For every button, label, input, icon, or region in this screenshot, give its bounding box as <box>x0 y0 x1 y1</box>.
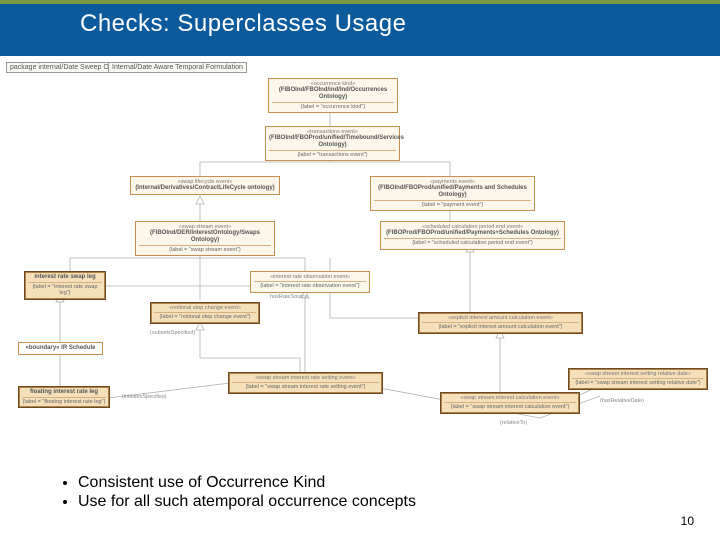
node-name: (FIBOInd/DER/InterestOntology/Swaps Onto… <box>139 230 271 244</box>
node-interest-rate-swap-leg: interest rate swap leg {label = "interes… <box>24 271 106 300</box>
node-attr: {label = "floating interest rate leg"} <box>22 397 106 405</box>
bullet-2: Use for all such atemporal occurrence co… <box>78 493 416 511</box>
node-name: (FIBOInd/FBOProd/unified/Timebound/Servi… <box>269 135 396 149</box>
node-name: (FIBOInd/FBOProd/unified/Payments and Sc… <box>374 185 531 199</box>
node-rate-observation-event: «interest rate observation event» {label… <box>250 271 370 293</box>
node-attr: {label = "notional step change event"} <box>154 312 256 320</box>
stereo: «swap stream interest calculation event» <box>444 395 576 401</box>
edge-label-relto: (relativeTo) <box>500 420 527 426</box>
node-calc-event: «swap stream interest calculation event»… <box>440 392 580 414</box>
diagram-area: package internal/Date Sweep Ontology Int… <box>0 58 720 458</box>
node-attr: {label = "interest rate observation even… <box>254 281 366 289</box>
node-explicit-calc-event: «explicit interest amount calculation ev… <box>418 312 583 334</box>
edge-label-subsets: (subsetsSpecified) <box>150 330 195 336</box>
node-name: floating interest rate leg <box>22 389 106 396</box>
node-name: «boundary» IR Schedule <box>22 345 99 352</box>
node-notional-step-event: «notional step change event» {label = "n… <box>150 302 260 324</box>
stereo: «interest rate observation event» <box>254 274 366 280</box>
node-name: (FIBOInd/FBOInd/ind/Ind/Occurrences Onto… <box>272 87 394 101</box>
node-boundary: «boundary» IR Schedule <box>18 342 103 355</box>
node-attr: {label = "swap stream interest setting r… <box>572 378 704 386</box>
slide-title: Checks: Superclasses Usage <box>80 10 720 38</box>
node-attr: {label = "explicit interest amount calcu… <box>422 322 579 330</box>
bullet-1: Consistent use of Occurrence Kind <box>78 474 416 492</box>
node-swap-stream-event: «swap stream event» (FIBOInd/DER/Interes… <box>135 221 275 256</box>
node-name: interest rate swap leg <box>28 274 102 281</box>
node-name: (Internal/Derivatives/ContractLifeCycle … <box>134 185 276 192</box>
node-attr: {label = "swap stream interest rate sett… <box>232 382 379 390</box>
bullet-list: Consistent use of Occurrence Kind Use fo… <box>60 474 416 512</box>
node-relative-date: «swap stream interest setting relative d… <box>568 368 708 390</box>
node-attr: {label = "swap stream event"} <box>139 245 271 253</box>
node-attr: {label = "scheduled calculation period e… <box>384 238 561 246</box>
stereo: «explicit interest amount calculation ev… <box>422 315 579 321</box>
node-scheduled-calc-event: «scheduled calculation period end event»… <box>380 221 565 250</box>
node-lifecycle-event: «swap lifecycle event» (Internal/Derivat… <box>130 176 280 195</box>
node-occurrence-kind: «occurrence kind» (FIBOInd/FBOInd/ind/In… <box>268 78 398 113</box>
node-attr: {label = "occurrence kind"} <box>272 102 394 110</box>
stereo: «swap stream interest rate setting event… <box>232 375 379 381</box>
stereo: «notional step change event» <box>154 305 256 311</box>
title-bar: Checks: Superclasses Usage <box>0 4 720 56</box>
node-payments-event: «payments event» (FIBOInd/FBOProd/unifie… <box>370 176 535 211</box>
edge-label-initiates: (initiatesSpecifies) <box>122 394 167 400</box>
node-attr: {label = "payment event"} <box>374 200 531 208</box>
node-attr: {label = "interest rate swap leg"} <box>28 282 102 297</box>
edge-label-hasrate: hasRateSource <box>270 294 308 300</box>
node-name: (FIBOProd/FBOProd/unified/Payments+Sched… <box>384 230 561 237</box>
stereo: «swap stream interest setting relative d… <box>572 371 704 377</box>
page-number: 10 <box>681 514 694 528</box>
node-floating-leg: floating interest rate leg {label = "flo… <box>18 386 110 408</box>
node-attr: {label = "transactions event"} <box>269 150 396 158</box>
package-label-2: Internal/Date Aware Temporal Formulation <box>108 62 247 73</box>
node-setting-event: «swap stream interest rate setting event… <box>228 372 383 394</box>
node-attr: {label = "swap stream interest calculati… <box>444 402 576 410</box>
edge-label-relsrc: (hasRelativeDate) <box>600 398 644 404</box>
node-transactions-event: «transactions event» (FIBOInd/FBOProd/un… <box>265 126 400 161</box>
